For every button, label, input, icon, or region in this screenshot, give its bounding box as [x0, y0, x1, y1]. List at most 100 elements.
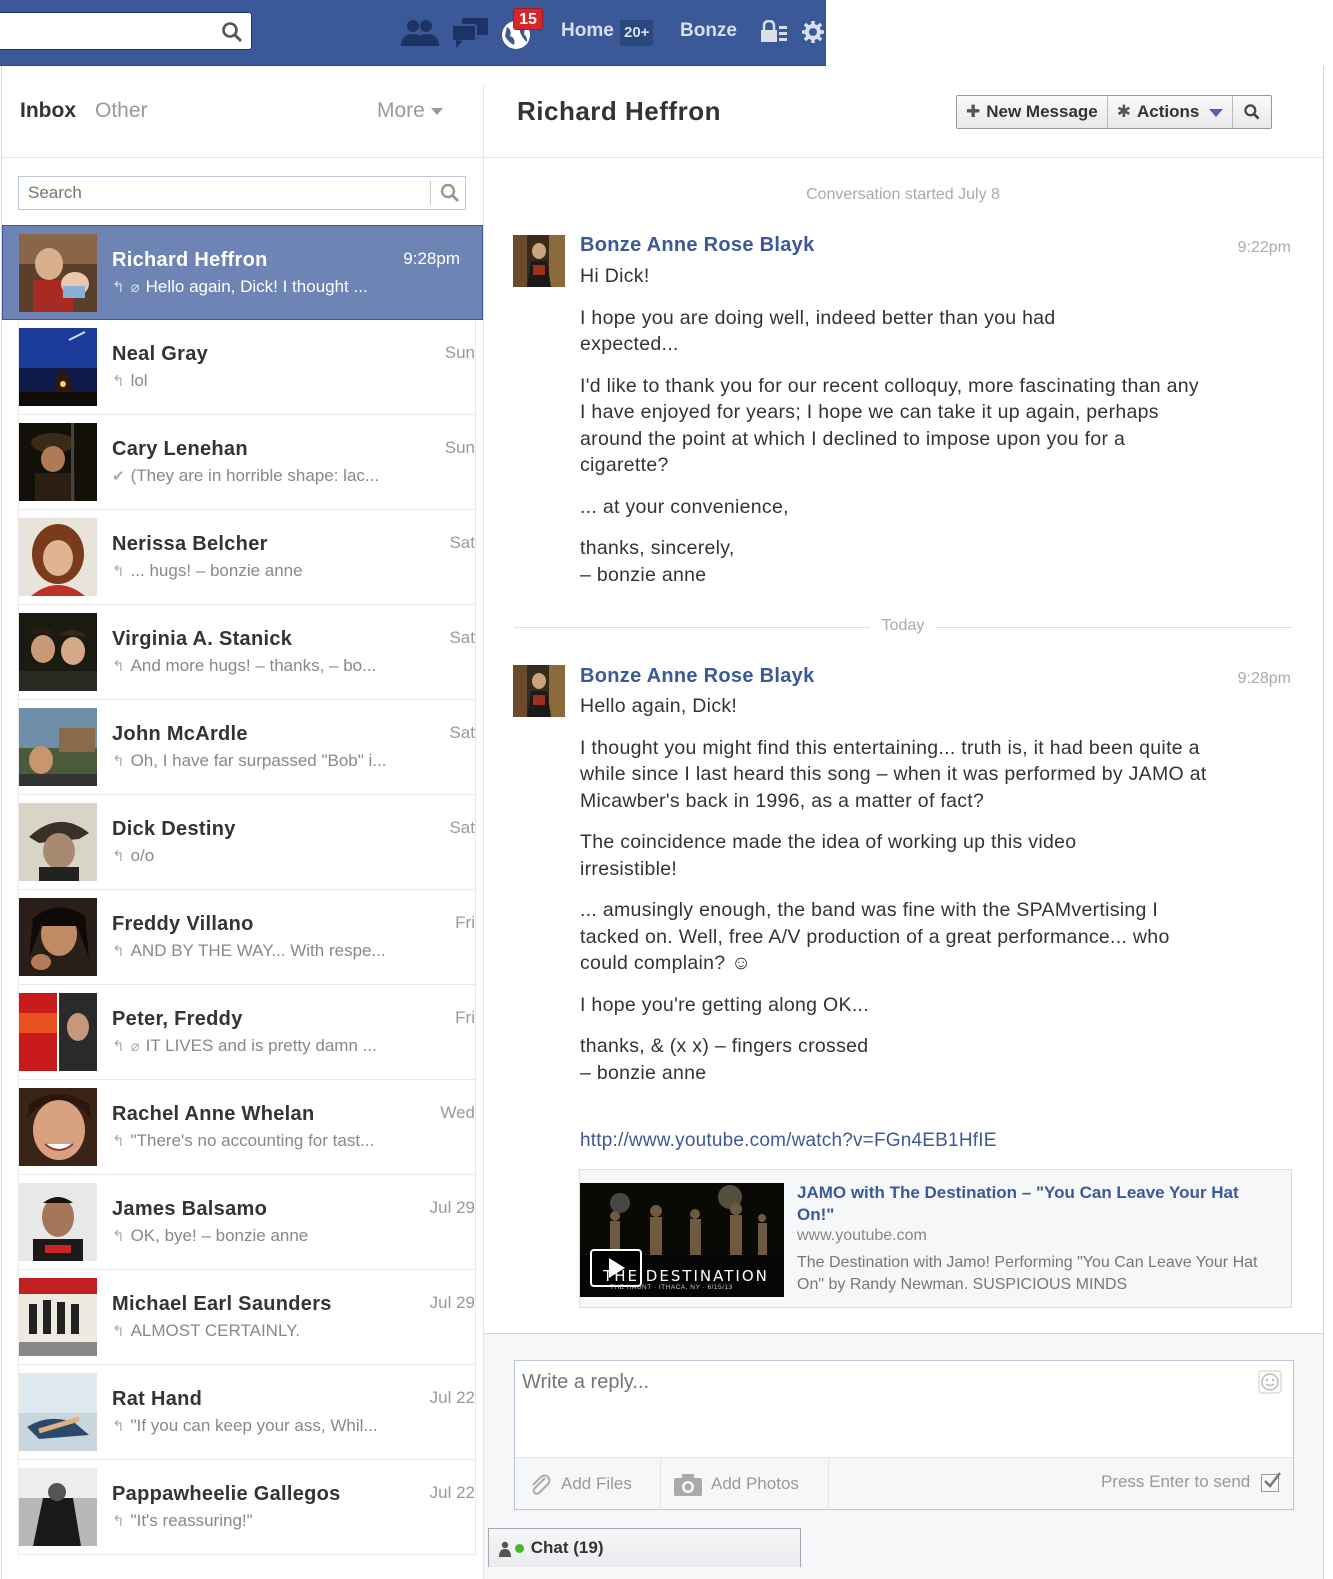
thread-avatar[interactable] — [19, 423, 97, 501]
message-paragraph: Hello again, Dick! — [580, 695, 738, 717]
sender-avatar[interactable] — [513, 665, 565, 717]
thread-avatar[interactable] — [19, 993, 97, 1071]
thread-snippet: ↰ Oh, I have far surpassed "Bob" i... — [112, 751, 386, 771]
thread-row[interactable]: Nerissa Belcher Sat ↰ ... hugs! – bonzie an… — [18, 510, 476, 605]
thread-snippet-text: Oh, I have far surpassed "Bob" i... — [130, 751, 387, 770]
message-paragraph: I hope you are doing well, indeed better… — [580, 306, 1056, 356]
thread-snippet: ↰ ALMOST CERTAINLY. — [112, 1321, 300, 1341]
thread-snippet-text: "It's reassuring!" — [130, 1511, 253, 1530]
search-conversation-button[interactable] — [1233, 96, 1271, 128]
reply-icon: ↰ — [112, 1228, 125, 1245]
thread-name: Peter, Freddy — [112, 1008, 243, 1030]
press-enter-checkbox[interactable] — [1261, 1471, 1281, 1492]
youtube-link[interactable]: http://www.youtube.com/watch?v=FGn4EB1Hf… — [580, 1130, 997, 1152]
online-dot-icon — [515, 1544, 524, 1554]
conversation-title: Richard Heffron — [517, 96, 721, 126]
thread-row[interactable]: Michael Earl Saunders Jul 29 ↰ ALMOST CERTA… — [18, 1270, 476, 1365]
thread-time: 9:28pm — [403, 249, 460, 268]
thread-avatar[interactable] — [19, 803, 97, 881]
thread-search-input[interactable] — [19, 177, 424, 209]
thread-snippet-text: lol — [130, 371, 148, 390]
message-body: Hi Dick! I hope you are doing well, inde… — [580, 263, 1220, 603]
camera-icon — [674, 1473, 702, 1496]
reply-icon: ↰ — [112, 279, 125, 296]
thread-avatar[interactable] — [19, 898, 97, 976]
emoticon-icon[interactable] — [1258, 1370, 1282, 1394]
thread-row[interactable]: James Balsamo Jul 29 ↰ OK, bye! – bonzie an… — [18, 1175, 476, 1270]
thread-row[interactable]: Freddy Villano Fri ↰ AND BY THE WAY... With… — [18, 890, 476, 985]
composer-toolbar: Add Files Add Photos Press Enter to send — [515, 1457, 1293, 1510]
thread-name: Nerissa Belcher — [112, 533, 268, 555]
friend-requests-icon[interactable] — [400, 16, 440, 50]
thread-name: John McArdle — [112, 723, 248, 745]
thread-name: Dick Destiny — [112, 818, 236, 840]
thread-avatar[interactable] — [19, 1373, 97, 1451]
thread-avatar[interactable] — [19, 518, 97, 596]
search-divider — [430, 181, 431, 205]
thread-snippet-text: "There's no accounting for tast... — [130, 1131, 375, 1150]
sender-avatar[interactable] — [513, 235, 565, 287]
search-icon[interactable] — [221, 21, 243, 43]
thread-time: Wed — [440, 1103, 475, 1122]
message-sender-name[interactable]: Bonze Anne Rose Blayk — [580, 234, 815, 257]
messages-icon[interactable] — [450, 16, 490, 50]
gear-icon: ✱ — [1116, 102, 1131, 121]
thread-avatar[interactable] — [19, 613, 97, 691]
chevron-down-icon — [1209, 108, 1224, 117]
add-photos-button[interactable]: Add Photos — [661, 1458, 828, 1510]
profile-link[interactable]: Bonze — [680, 20, 737, 42]
thread-avatar[interactable] — [19, 1183, 97, 1261]
actions-label: Actions — [1137, 102, 1200, 121]
privacy-lock-icon[interactable] — [760, 20, 788, 44]
thread-row[interactable]: Rachel Anne Whelan Wed ↰ "There's no accoun… — [18, 1080, 476, 1175]
thread-name: Virginia A. Stanick — [112, 628, 293, 650]
thread-name: Rat Hand — [112, 1388, 203, 1410]
thread-row[interactable]: Cary Lenehan Sun ✔ (They are in horrible sh… — [18, 415, 476, 510]
actions-dropdown-button[interactable]: ✱ Actions — [1108, 96, 1234, 128]
thread-row[interactable]: Neal Gray Sun ↰ lol — [18, 320, 476, 415]
search-icon[interactable] — [439, 182, 461, 204]
tab-other[interactable]: Other — [95, 99, 148, 123]
thread-avatar[interactable] — [19, 328, 97, 406]
press-enter-toggle[interactable]: Press Enter to send — [1100, 1471, 1281, 1492]
message-sender-name[interactable]: Bonze Anne Rose Blayk — [580, 665, 815, 688]
thread-avatar[interactable] — [19, 708, 97, 786]
thread-name: Michael Earl Saunders — [112, 1293, 332, 1315]
thread-snippet: ✔ (They are in horrible shape: lac... — [112, 466, 379, 486]
video-thumbnail[interactable]: THE DESTINATION THE HAUNT · ITHACA, NY ·… — [580, 1183, 784, 1297]
thread-row[interactable]: Dick Destiny Sat ↰ o/o — [18, 795, 476, 890]
more-dropdown[interactable]: More — [377, 99, 443, 123]
thread-row[interactable]: Virginia A. Stanick Sat ↰ And more hugs! – … — [18, 605, 476, 700]
thread-row[interactable]: John McArdle Sat ↰ Oh, I have far surpassed… — [18, 700, 476, 795]
thread-avatar[interactable] — [19, 234, 97, 312]
notifications-badge[interactable]: 15 — [513, 8, 543, 30]
link-preview-attachment[interactable]: THE DESTINATION THE HAUNT · ITHACA, NY ·… — [579, 1169, 1292, 1308]
add-files-button[interactable]: Add Files — [515, 1458, 660, 1510]
reply-icon: ↰ — [112, 373, 125, 390]
settings-gear-icon[interactable] — [802, 20, 824, 44]
new-message-label: New Message — [986, 102, 1098, 121]
message-body: Hello again, Dick! I thought you might f… — [580, 693, 1220, 1101]
home-count-badge[interactable]: 20+ — [620, 20, 654, 46]
thread-avatar[interactable] — [19, 1468, 97, 1546]
tab-inbox[interactable]: Inbox — [20, 99, 76, 123]
reply-icon: ↰ — [112, 753, 125, 770]
message-paragraph: ... amusingly enough, the band was fine … — [580, 899, 1170, 974]
reply-input[interactable] — [515, 1361, 1255, 1455]
thread-row[interactable]: Richard Heffron 9:28pm ↰ ⌀ Hello again, Dick… — [2, 225, 483, 320]
press-enter-label: Press Enter to send — [1100, 1472, 1251, 1491]
message-paragraph: I'd like to thank you for our recent col… — [580, 374, 1199, 477]
thread-row[interactable]: Pappawheelie Gallegos Jul 22 ↰ "It's reassu… — [18, 1460, 476, 1555]
thread-name: Pappawheelie Gallegos — [112, 1483, 341, 1505]
thread-avatar[interactable] — [19, 1278, 97, 1356]
attachment-title-link[interactable]: JAMO with The Destination – "You Can Lea… — [797, 1182, 1267, 1226]
new-message-button[interactable]: ✚ New Message — [957, 96, 1108, 128]
thread-row[interactable]: Peter, Freddy Fri ↰ ⌀ IT LIVES and is pretty… — [18, 985, 476, 1080]
thread-snippet-text: Hello again, Dick! I thought ... — [145, 277, 368, 296]
reply-icon: ↰ — [112, 1323, 125, 1340]
thread-avatar[interactable] — [19, 1088, 97, 1166]
global-search-input[interactable] — [0, 12, 252, 50]
thread-row[interactable]: Rat Hand Jul 22 ↰ "If you can keep your ass… — [18, 1365, 476, 1460]
home-link[interactable]: Home — [561, 20, 614, 42]
chat-sidebar-toggle[interactable]: Chat (19) — [488, 1528, 801, 1567]
